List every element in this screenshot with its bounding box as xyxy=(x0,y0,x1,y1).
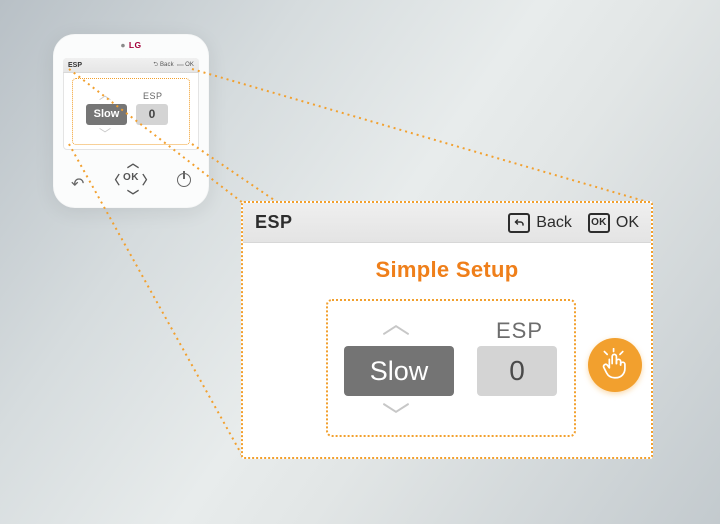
zoom-titlebar: ESP Back OK OK xyxy=(243,203,651,243)
section-heading: Simple Setup xyxy=(243,243,651,283)
esp-value[interactable]: 0 xyxy=(136,104,168,125)
ok-icon: OK xyxy=(588,213,610,233)
chevron-down-icon: ﹀ xyxy=(99,128,111,140)
back-icon xyxy=(508,213,530,233)
zoom-title: ESP xyxy=(255,212,293,233)
back-button[interactable]: Back xyxy=(508,213,572,233)
ok-label: OK xyxy=(616,214,639,232)
screen-body: ︿ Slow ﹀ ESP 0 xyxy=(63,73,199,150)
ok-hint: ▭ OK xyxy=(177,62,194,68)
dpad-up[interactable]: ︿ xyxy=(127,154,139,171)
screen-title-actions: ⮌ Back ▭ OK xyxy=(153,60,194,70)
zoom-body: Simple Setup ︿ Slow ﹀ ESP 0 xyxy=(243,243,651,457)
zoom-panel: ESP Back OK OK Simple Setup ︿ Slow ﹀ xyxy=(241,201,653,459)
speed-value[interactable]: Slow xyxy=(344,346,454,396)
controller-screen: ESP ⮌ Back ▭ OK ︿ Slow ﹀ ESP 0 xyxy=(63,58,199,150)
back-button[interactable]: ↶ xyxy=(71,174,84,194)
power-button[interactable] xyxy=(177,173,191,187)
chevron-down-icon[interactable]: ﹀ xyxy=(382,403,410,431)
chevron-up-icon[interactable]: ︿ xyxy=(382,310,410,338)
dpad-down[interactable]: ﹀ xyxy=(127,187,139,204)
speed-value[interactable]: Slow xyxy=(86,104,127,125)
screen-titlebar: ESP ⮌ Back ▭ OK xyxy=(63,58,199,73)
dpad-right[interactable]: 〉 xyxy=(142,171,154,188)
esp-value[interactable]: 0 xyxy=(477,346,557,396)
screen-title: ESP xyxy=(68,62,82,69)
back-hint: ⮌ Back xyxy=(153,62,173,68)
hardware-buttons: ↶ ︿ ﹀ 〈 〉 OK xyxy=(53,156,209,200)
ok-button[interactable]: OK OK xyxy=(588,213,639,233)
brand-logo: ● LG xyxy=(53,34,209,56)
back-label: Back xyxy=(536,214,572,232)
esp-label: ESP xyxy=(496,318,543,344)
dpad-left[interactable]: 〈 xyxy=(108,171,120,188)
esp-label: ESP xyxy=(143,91,163,101)
chevron-up-icon: ︿ xyxy=(99,89,111,101)
touch-hint-icon xyxy=(588,338,642,392)
dpad-ok[interactable]: OK xyxy=(123,172,139,183)
thermostat-controller: ● LG ESP ⮌ Back ▭ OK ︿ Slow ﹀ ESP 0 ↶ xyxy=(53,34,209,208)
dpad: ︿ ﹀ 〈 〉 OK xyxy=(96,156,166,200)
